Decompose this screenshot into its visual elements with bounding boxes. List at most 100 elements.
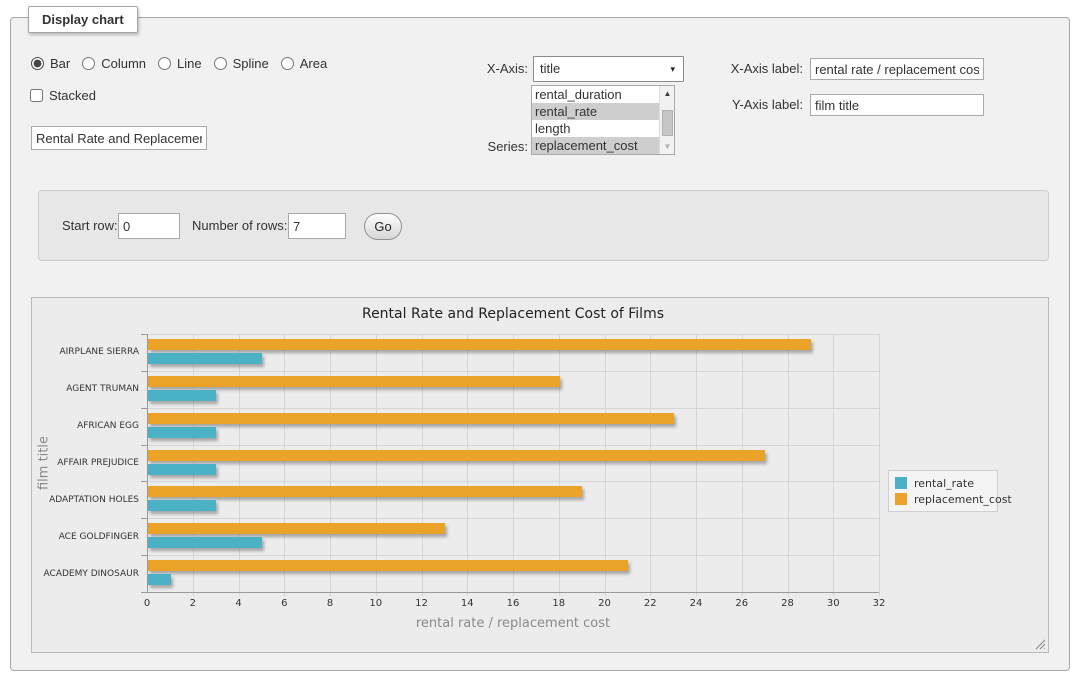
fieldset-legend: Display chart <box>28 6 138 33</box>
bar-replacement_cost <box>148 413 674 424</box>
chart-legend: rental_ratereplacement_cost <box>888 470 998 512</box>
chart-type-label-column[interactable]: Column <box>101 56 146 71</box>
gridline-x-32 <box>879 334 880 596</box>
x-tick-label: 24 <box>676 598 716 609</box>
x-axis-label-input[interactable] <box>810 58 984 80</box>
series-list-label: Series: <box>411 138 528 155</box>
x-tick-label: 30 <box>813 598 853 609</box>
category-label: AFFAIR PREJUDICE <box>0 458 139 468</box>
chevron-down-icon: ▾ <box>670 57 675 81</box>
series-scrollbar[interactable]: ▲ ▼ <box>659 86 674 154</box>
gridline-category <box>147 371 879 372</box>
gridline-x-18 <box>559 334 560 596</box>
num-rows-input[interactable] <box>288 213 346 239</box>
x-tick-label: 32 <box>859 598 899 609</box>
series-options: rental_durationrental_ratelengthreplacem… <box>532 86 659 154</box>
x-tick-label: 28 <box>768 598 808 609</box>
category-tick <box>141 481 147 482</box>
x-tick-label: 14 <box>447 598 487 609</box>
x-axis-select-label: X-Axis: <box>411 56 528 82</box>
x-tick-label: 18 <box>539 598 579 609</box>
bar-replacement_cost <box>148 560 628 571</box>
scrollbar-thumb[interactable] <box>662 110 673 136</box>
chart-type-label-line[interactable]: Line <box>177 56 202 71</box>
row-range-panel: Start row: Number of rows: Go <box>38 190 1049 261</box>
stacked-checkbox[interactable] <box>30 89 43 102</box>
chart-type-radio-area[interactable] <box>281 57 294 70</box>
legend-label: rental_rate <box>914 477 974 490</box>
series-option-rental_rate[interactable]: rental_rate <box>532 103 659 120</box>
category-label: AGENT TRUMAN <box>0 384 139 394</box>
category-tick <box>141 592 147 593</box>
gridline-x-8 <box>330 334 331 596</box>
bar-rental_rate <box>148 537 262 548</box>
x-tick-label: 0 <box>127 598 167 609</box>
x-tick-label: 26 <box>722 598 762 609</box>
legend-swatch-icon <box>895 493 907 505</box>
scroll-down-icon[interactable]: ▼ <box>660 139 675 154</box>
x-axis-line <box>147 592 879 593</box>
series-listbox[interactable]: rental_durationrental_ratelengthreplacem… <box>531 85 675 155</box>
x-tick-label: 20 <box>585 598 625 609</box>
chart-type-radio-column[interactable] <box>82 57 95 70</box>
legend-item: rental_rate <box>895 475 991 491</box>
bar-replacement_cost <box>148 339 811 350</box>
gridline-x-28 <box>788 334 789 596</box>
gridline-category <box>147 445 879 446</box>
chart-xaxis-title: rental rate / replacement cost <box>147 616 879 631</box>
gridline-x-24 <box>696 334 697 596</box>
series-option-rental_duration[interactable]: rental_duration <box>532 86 659 103</box>
scroll-up-icon[interactable]: ▲ <box>660 86 675 101</box>
x-tick-label: 4 <box>219 598 259 609</box>
x-tick-label: 12 <box>402 598 442 609</box>
gridline-x-6 <box>284 334 285 596</box>
gridline-x-16 <box>513 334 514 596</box>
bar-replacement_cost <box>148 450 765 461</box>
start-row-label: Start row: <box>62 213 118 239</box>
display-chart-fieldset: BarColumnLineSplineArea Stacked X-Axis: … <box>10 17 1070 671</box>
category-tick <box>141 408 147 409</box>
category-tick <box>141 518 147 519</box>
bar-rental_rate <box>148 353 262 364</box>
gridline-category <box>147 518 879 519</box>
x-tick-label: 6 <box>264 598 304 609</box>
gridline-category <box>147 408 879 409</box>
stacked-label: Stacked <box>49 88 96 103</box>
bar-rental_rate <box>148 500 216 511</box>
go-button[interactable]: Go <box>364 213 402 240</box>
chart-title-input[interactable] <box>31 126 207 150</box>
category-label: ADAPTATION HOLES <box>0 495 139 505</box>
x-axis-label-label: X-Axis label: <box>701 58 803 80</box>
gridline-x-26 <box>742 334 743 596</box>
bar-rental_rate <box>148 574 171 585</box>
chart-type-radio-bar[interactable] <box>31 57 44 70</box>
resize-handle-icon[interactable] <box>1034 638 1045 649</box>
gridline-x-10 <box>376 334 377 596</box>
series-option-length[interactable]: length <box>532 120 659 137</box>
chart-type-label-bar[interactable]: Bar <box>50 56 70 71</box>
category-label: AIRPLANE SIERRA <box>0 347 139 357</box>
category-tick <box>141 445 147 446</box>
category-label: ACADEMY DINOSAUR <box>0 569 139 579</box>
gridline-category <box>147 555 879 556</box>
chart-yaxis-title: film title <box>37 436 52 490</box>
start-row-input[interactable] <box>118 213 180 239</box>
x-tick-label: 16 <box>493 598 533 609</box>
category-label: AFRICAN EGG <box>0 421 139 431</box>
gridline-x-30 <box>833 334 834 596</box>
category-label: ACE GOLDFINGER <box>0 532 139 542</box>
series-option-replacement_cost[interactable]: replacement_cost <box>532 137 659 154</box>
bar-rental_rate <box>148 427 216 438</box>
bar-replacement_cost <box>148 486 582 497</box>
chart-type-radio-spline[interactable] <box>214 57 227 70</box>
chart-type-label-spline[interactable]: Spline <box>233 56 269 71</box>
gridline-x-20 <box>605 334 606 596</box>
x-axis-select[interactable]: title ▾ <box>533 56 684 82</box>
chart-type-radio-line[interactable] <box>158 57 171 70</box>
gridline-category <box>147 334 879 335</box>
y-axis-label-input[interactable] <box>810 94 984 116</box>
chart-type-label-area[interactable]: Area <box>300 56 327 71</box>
bar-rental_rate <box>148 390 216 401</box>
category-tick <box>141 555 147 556</box>
x-tick-label: 22 <box>630 598 670 609</box>
